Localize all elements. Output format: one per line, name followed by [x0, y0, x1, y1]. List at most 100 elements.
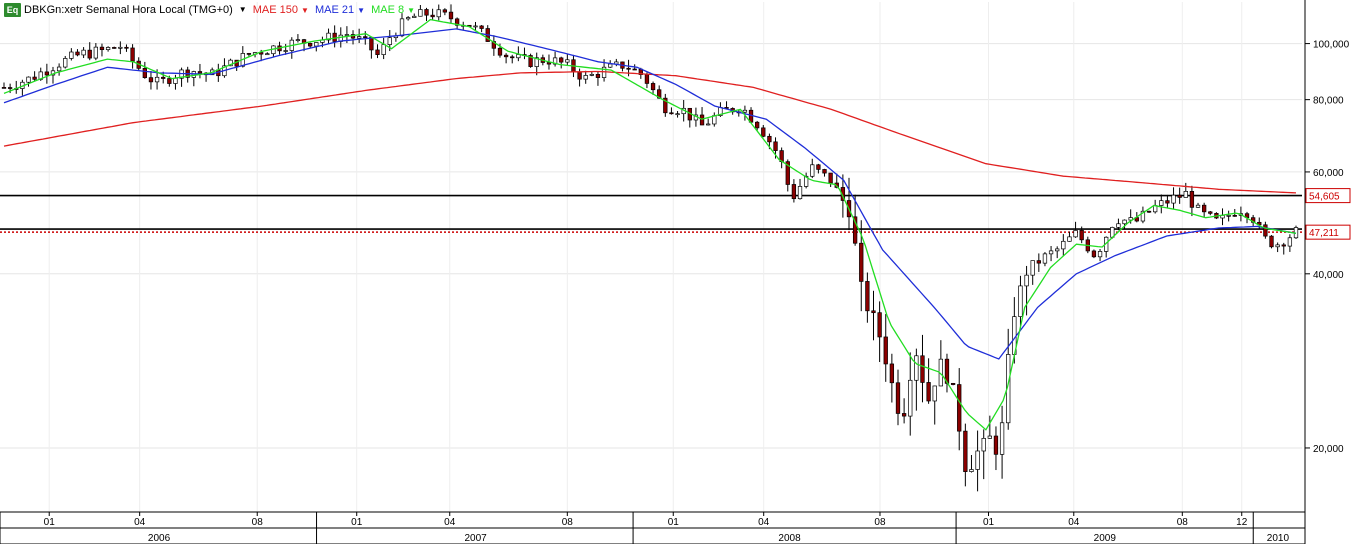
candle-body — [767, 135, 772, 143]
candle-body — [1036, 260, 1041, 264]
candle-body — [7, 87, 13, 89]
candle-body — [375, 49, 380, 55]
candle-body — [920, 355, 925, 383]
candle-body — [577, 71, 582, 80]
level-price-label: 54,605 — [1309, 192, 1340, 203]
candle-body — [650, 83, 656, 91]
candle-body — [418, 9, 423, 17]
candle-body — [810, 164, 815, 177]
candle-body — [1067, 236, 1072, 242]
candle-body — [926, 382, 931, 402]
month-tick-label: 08 — [874, 517, 886, 528]
candle-body — [105, 47, 111, 51]
candle-body — [1079, 230, 1084, 241]
candle-body — [363, 36, 368, 38]
candle-body — [773, 141, 778, 151]
year-label: 2006 — [148, 533, 171, 544]
candle-body — [828, 172, 833, 184]
candle-body — [1042, 253, 1048, 264]
candle-body — [589, 74, 594, 76]
candle-body — [632, 68, 637, 71]
candle-body — [381, 44, 386, 55]
plot-background — [0, 0, 1357, 544]
candle-body — [889, 363, 895, 384]
candle-body — [950, 383, 956, 385]
candle-body — [1208, 211, 1213, 214]
candle-body — [81, 49, 86, 56]
candle-body — [932, 385, 937, 402]
month-tick-label: 08 — [562, 517, 574, 528]
candle-body — [399, 18, 405, 37]
year-label: 2009 — [1094, 533, 1117, 544]
candle-body — [344, 34, 350, 36]
month-tick-label: 01 — [668, 517, 680, 528]
year-label: 2008 — [778, 533, 801, 544]
candle-body — [118, 46, 123, 49]
price-tick-label: 20,000 — [1313, 444, 1344, 455]
candle-body — [99, 46, 105, 51]
candle-body — [308, 42, 313, 47]
candle-body — [1061, 240, 1066, 250]
price-tick-label: 80,000 — [1313, 96, 1344, 107]
ma21-dropdown-icon: ▼ — [357, 6, 366, 15]
candle-body — [510, 56, 515, 59]
candle-body — [295, 39, 301, 41]
candle-body — [154, 76, 160, 83]
month-tick-label: 01 — [44, 517, 56, 528]
candle-body — [387, 37, 392, 45]
symbol-label[interactable]: DBKGn:xetr Semanal Hora Local (TMG+0) — [24, 3, 233, 17]
candle-body — [44, 71, 50, 76]
candle-body — [742, 109, 748, 113]
candle-body — [87, 49, 92, 59]
candle-body — [497, 47, 503, 56]
candle-body — [1281, 244, 1286, 247]
candle-body — [516, 54, 521, 59]
candle-body — [871, 310, 876, 314]
time-axis[interactable]: 01 04 08 01 04 08 01 04 08 01 04 08 12 2006 2007 2008 20… — [0, 511, 1306, 544]
ma21-legend[interactable]: MAE 21 ▼ — [315, 3, 365, 17]
candle-body — [1091, 250, 1097, 258]
candle-body — [981, 437, 986, 452]
candle-body — [448, 11, 454, 20]
candle-body — [797, 186, 803, 200]
candle-body — [473, 25, 478, 28]
equity-icon[interactable]: Eq — [4, 3, 21, 17]
candle-body — [1018, 285, 1023, 317]
candle-body — [369, 36, 374, 51]
month-tick-label: 04 — [134, 517, 146, 528]
candle-body — [442, 9, 448, 13]
candle-body — [424, 9, 429, 16]
candle-body — [791, 184, 797, 200]
ma150-dropdown-icon: ▼ — [301, 6, 309, 15]
candle-body — [644, 74, 650, 84]
candle-body — [1275, 244, 1280, 248]
candle-body — [755, 121, 760, 129]
level-price-label: 47,211 — [1309, 228, 1339, 239]
candle-body — [1048, 250, 1054, 255]
candle-body — [914, 355, 919, 381]
ma150-legend[interactable]: MAE 150 ▼ — [253, 3, 309, 17]
candle-body — [112, 47, 117, 49]
candle-body — [895, 382, 901, 414]
candle-body — [963, 430, 968, 472]
candle-body — [1171, 194, 1176, 204]
candle-body — [975, 450, 980, 470]
candle-body — [26, 76, 31, 83]
candle-body — [816, 164, 821, 170]
candle-body — [479, 25, 484, 29]
month-tick-label: 12 — [1236, 517, 1248, 528]
symbol-dropdown-icon[interactable]: ▼ — [239, 3, 247, 17]
candle-body — [1, 87, 7, 89]
candle-body — [1146, 210, 1152, 213]
candle-body — [246, 53, 252, 55]
candle-body — [161, 76, 166, 79]
ma8-legend[interactable]: MAE 8 ▼ — [371, 3, 415, 17]
candle-body — [1159, 200, 1164, 206]
candle-body — [706, 123, 711, 126]
month-tick-label: 01 — [351, 517, 363, 528]
price-tick-label: 100,000 — [1313, 40, 1350, 51]
price-tick-label: 60,000 — [1313, 168, 1344, 179]
candle-body — [1177, 194, 1182, 198]
candle-body — [1030, 260, 1035, 276]
candle-body — [675, 113, 680, 116]
